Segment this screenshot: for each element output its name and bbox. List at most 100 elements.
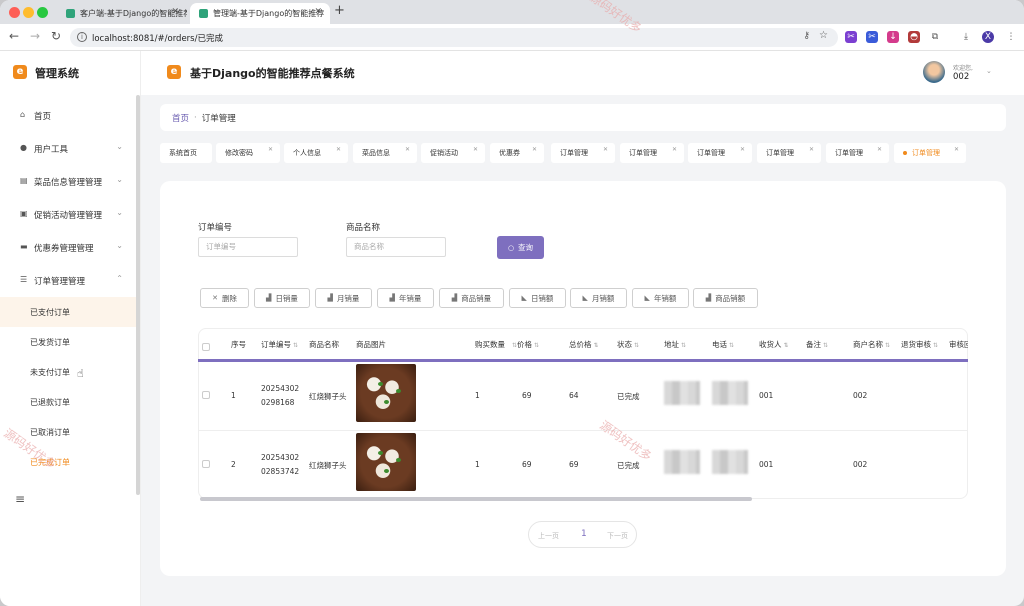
yearly-revenue-button[interactable]: ◣ 年销额 bbox=[632, 288, 689, 308]
daily-sales-button[interactable]: ▟ 日销量 bbox=[254, 288, 310, 308]
close-tag-icon[interactable]: ✕ bbox=[809, 146, 814, 153]
tag-item[interactable]: 修改密码 ✕ bbox=[216, 143, 280, 163]
delete-button[interactable]: ✕ 删除 bbox=[200, 288, 249, 308]
submenu-item-refunded[interactable]: 已退款订单 bbox=[0, 387, 138, 417]
sort-icon[interactable]: ⇅ bbox=[534, 342, 539, 349]
tag-item-active[interactable]: 订单管理 ✕ bbox=[894, 143, 966, 163]
next-page-button[interactable]: 下一页 bbox=[607, 531, 628, 541]
close-tag-icon[interactable]: ✕ bbox=[603, 146, 608, 153]
dish-name-input[interactable]: 商品名称 bbox=[346, 237, 446, 257]
sidebar-scrollbar[interactable] bbox=[136, 95, 140, 495]
browser-tab-admin[interactable]: 管理端-基于Django的智能推荐 ✕ bbox=[190, 3, 330, 24]
close-tag-icon[interactable]: ✕ bbox=[740, 146, 745, 153]
column-header[interactable]: 电话 ⇅ bbox=[712, 339, 734, 350]
extension-scissors-icon[interactable]: ✂ bbox=[845, 31, 857, 43]
column-header[interactable]: 备注 ⇅ bbox=[806, 339, 828, 350]
submenu-item-unpaid[interactable]: 未支付订单 bbox=[0, 357, 138, 387]
extension-download-icon[interactable]: ↓ bbox=[887, 31, 899, 43]
column-header[interactable]: 商户名称 ⇅ bbox=[853, 339, 890, 350]
site-info-icon[interactable]: i bbox=[77, 32, 87, 42]
sort-icon[interactable]: ⇅ bbox=[293, 342, 298, 349]
sidebar-item-home[interactable]: ⌂ 首页 bbox=[0, 99, 138, 132]
minimize-window-button[interactable] bbox=[23, 7, 34, 18]
tag-item[interactable]: 订单管理 ✕ bbox=[826, 143, 889, 163]
breadcrumb-home[interactable]: 首页 bbox=[172, 112, 189, 124]
browser-menu-icon[interactable]: ⋮ bbox=[1005, 31, 1017, 43]
url-field[interactable]: i localhost:8081/#/orders/已完成 ⚷ ☆ bbox=[70, 28, 838, 47]
profile-avatar[interactable]: X bbox=[982, 31, 994, 43]
dish-image[interactable] bbox=[356, 433, 416, 491]
monthly-revenue-button[interactable]: ◣ 月销额 bbox=[570, 288, 627, 308]
column-header[interactable]: ⇅价格 ⇅ bbox=[510, 339, 539, 350]
sort-icon[interactable]: ⇅ bbox=[784, 342, 789, 349]
bookmark-star-icon[interactable]: ☆ bbox=[819, 30, 828, 41]
sort-icon[interactable]: ⇅ bbox=[594, 342, 599, 349]
sort-icon[interactable]: ⇅ bbox=[681, 342, 686, 349]
username[interactable]: 002 bbox=[953, 72, 969, 82]
dish-image[interactable] bbox=[356, 364, 416, 422]
maximize-window-button[interactable] bbox=[37, 7, 48, 18]
daily-revenue-button[interactable]: ◣ 日销额 bbox=[509, 288, 566, 308]
column-header[interactable]: 订单编号 ⇅ bbox=[261, 339, 298, 350]
back-icon[interactable]: ← bbox=[9, 29, 19, 43]
close-tab-icon[interactable]: ✕ bbox=[314, 7, 322, 17]
sort-icon[interactable]: ⇅ bbox=[885, 342, 890, 349]
column-header[interactable]: 收货人 ⇅ bbox=[759, 339, 789, 350]
monthly-sales-button[interactable]: ▟ 月销量 bbox=[315, 288, 372, 308]
reload-icon[interactable]: ↻ bbox=[51, 29, 61, 43]
prev-page-button[interactable]: 上一页 bbox=[538, 531, 559, 541]
tag-item[interactable]: 订单管理 ✕ bbox=[551, 143, 615, 163]
tag-item[interactable]: 订单管理 ✕ bbox=[757, 143, 821, 163]
page-number-button[interactable]: 1 bbox=[581, 529, 587, 539]
sidebar-item-orders[interactable]: ☰ 订单管理管理 ⌃ bbox=[0, 264, 138, 297]
sort-icon[interactable]: ⇅ bbox=[933, 342, 938, 349]
downloads-icon[interactable]: ⤓ bbox=[960, 31, 972, 43]
close-tag-icon[interactable]: ✕ bbox=[877, 146, 882, 153]
query-button[interactable]: ○ 查询 bbox=[497, 236, 544, 259]
tag-item[interactable]: 系统首页 bbox=[160, 143, 212, 163]
submenu-item-shipped[interactable]: 已发货订单 bbox=[0, 327, 138, 357]
column-header[interactable]: 状态 ⇅ bbox=[617, 339, 639, 350]
tag-item[interactable]: 菜品信息 ✕ bbox=[353, 143, 417, 163]
close-window-button[interactable] bbox=[9, 7, 20, 18]
close-tag-icon[interactable]: ✕ bbox=[672, 146, 677, 153]
sidebar-item-coupons[interactable]: ▬ 优惠券管理管理 ⌄ bbox=[0, 231, 138, 264]
extension-cut-icon[interactable]: ✂ bbox=[866, 31, 878, 43]
tag-item[interactable]: 个人信息 ✕ bbox=[284, 143, 348, 163]
column-header[interactable]: 地址 ⇅ bbox=[664, 339, 686, 350]
tag-item[interactable]: 优惠券 ✕ bbox=[490, 143, 544, 163]
close-tag-icon[interactable]: ✕ bbox=[336, 146, 341, 153]
close-tag-icon[interactable]: ✕ bbox=[405, 146, 410, 153]
sidebar-item-dish-info[interactable]: ▤ 菜品信息管理管理 ⌄ bbox=[0, 165, 138, 198]
key-icon[interactable]: ⚷ bbox=[803, 31, 810, 41]
forward-icon[interactable]: → bbox=[30, 29, 40, 43]
product-revenue-button[interactable]: ▟ 商品销额 bbox=[693, 288, 758, 308]
row-checkbox[interactable] bbox=[202, 460, 210, 468]
sort-icon[interactable]: ⇅ bbox=[729, 342, 734, 349]
avatar[interactable] bbox=[923, 61, 945, 83]
tag-item[interactable]: 订单管理 ✕ bbox=[688, 143, 752, 163]
sidebar-item-user-tools[interactable]: ● 用户工具 ⌄ bbox=[0, 132, 138, 165]
extensions-puzzle-icon[interactable]: ⧉ bbox=[929, 31, 941, 43]
submenu-item-paid[interactable]: 已支付订单 bbox=[0, 297, 138, 327]
collapse-menu-icon[interactable]: ≡ bbox=[15, 492, 25, 506]
new-tab-icon[interactable]: + bbox=[334, 3, 345, 18]
tag-item[interactable]: 订单管理 ✕ bbox=[620, 143, 684, 163]
close-tag-icon[interactable]: ✕ bbox=[954, 146, 959, 153]
tag-item[interactable]: 促销活动 ✕ bbox=[421, 143, 485, 163]
close-tag-icon[interactable]: ✕ bbox=[268, 146, 273, 153]
column-header[interactable]: 退货审核 ⇅ bbox=[901, 339, 938, 350]
order-no-input[interactable]: 订单编号 bbox=[198, 237, 298, 257]
yearly-sales-button[interactable]: ▟ 年销量 bbox=[377, 288, 434, 308]
extension-tool-icon[interactable]: ◓ bbox=[908, 31, 920, 43]
browser-tab-client[interactable]: 客户端-基于Django的智能推荐 ✕ bbox=[57, 3, 187, 24]
close-tag-icon[interactable]: ✕ bbox=[532, 146, 537, 153]
table-horizontal-scrollbar[interactable] bbox=[200, 497, 752, 501]
product-sales-button[interactable]: ▟ 商品销量 bbox=[439, 288, 504, 308]
row-checkbox[interactable] bbox=[202, 391, 210, 399]
sort-icon[interactable]: ⇅ bbox=[634, 342, 639, 349]
close-tag-icon[interactable]: ✕ bbox=[473, 146, 478, 153]
sort-icon[interactable]: ⇅ bbox=[823, 342, 828, 349]
close-tab-icon[interactable]: ✕ bbox=[171, 7, 179, 17]
chevron-down-icon[interactable]: ⌄ bbox=[986, 67, 992, 75]
